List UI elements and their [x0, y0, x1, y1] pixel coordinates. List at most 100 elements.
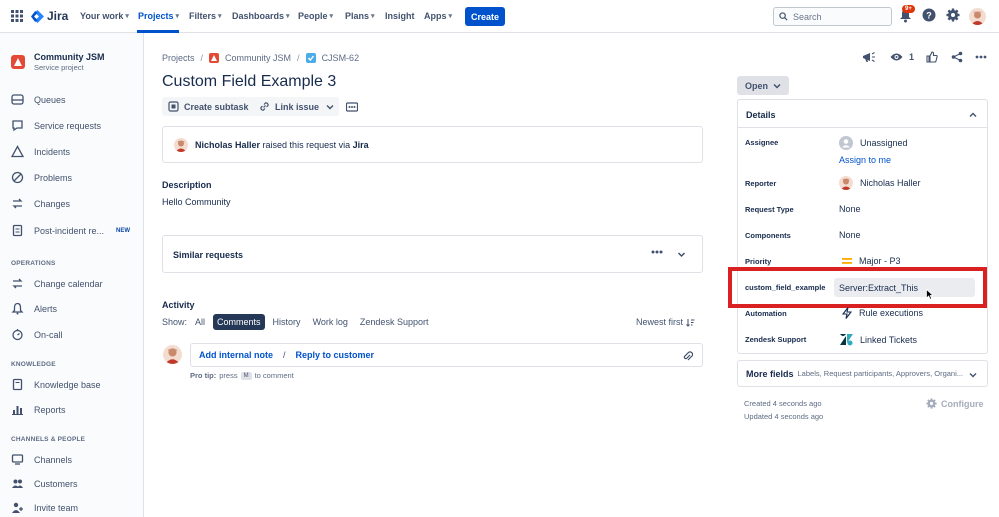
project-type: Service project	[34, 63, 84, 72]
chevron-up-icon[interactable]	[969, 111, 977, 119]
sidebar-item-label: Alerts	[34, 303, 58, 314]
add-internal-note-button[interactable]: Add internal note	[199, 350, 273, 360]
nav-your-work-label: Your work	[80, 11, 124, 21]
create-subtask-label: Create subtask	[184, 101, 249, 112]
breadcrumb-issue-key[interactable]: CJSM-62	[322, 53, 360, 63]
vote-thumbs-up-icon[interactable]	[926, 51, 938, 63]
details-heading[interactable]: Details	[746, 110, 776, 120]
mouse-cursor-icon	[926, 289, 934, 300]
chevron-down-icon[interactable]	[677, 250, 686, 259]
watch-count: 1	[909, 52, 915, 62]
more-options-icon[interactable]	[651, 250, 663, 254]
description-text[interactable]: Hello Community	[162, 197, 231, 207]
assignee-value[interactable]: Unassigned	[839, 136, 908, 150]
create-subtask-button[interactable]: Create subtask	[162, 97, 255, 116]
sidebar-item-on-call[interactable]: On-call	[11, 328, 141, 341]
nav-apps[interactable]: Apps ▾	[424, 11, 452, 21]
add-apps-button[interactable]	[343, 97, 361, 116]
similar-requests-heading: Similar requests	[173, 250, 244, 260]
search-placeholder: Search	[793, 11, 822, 22]
keyboard-shortcut-key: M	[240, 371, 252, 380]
activity-tab-history[interactable]: History	[269, 314, 305, 330]
project-logo-icon	[11, 55, 25, 69]
book-icon	[11, 378, 24, 391]
activity-tab-zendesk-support[interactable]: Zendesk Support	[356, 314, 433, 330]
sidebar-item-channels[interactable]: Channels	[11, 453, 141, 466]
nav-plans[interactable]: Plans ▾	[345, 11, 375, 21]
project-header[interactable]: Community JSM Service project	[11, 52, 105, 72]
sidebar-item-post-incident-reviews[interactable]: Post-incident re... NEW	[11, 224, 141, 237]
nav-your-work[interactable]: Your work ▾	[80, 11, 129, 21]
settings-gear-icon[interactable]	[946, 8, 960, 22]
chevron-down-icon: ▾	[218, 13, 222, 20]
breadcrumb-projects[interactable]: Projects	[162, 53, 195, 63]
breadcrumb-project[interactable]: Community JSM	[225, 53, 291, 63]
raised-by-name[interactable]: Nicholas Haller	[195, 140, 260, 150]
more-fields-panel[interactable]: More fields Labels, Request participants…	[737, 360, 988, 387]
reporter-avatar	[839, 176, 853, 190]
top-navigation: Jira Your work ▾ Projects ▾ Filters ▾ Dashb…	[0, 0, 999, 33]
nav-projects[interactable]: Projects ▾	[138, 11, 179, 21]
nav-filters-label: Filters	[189, 11, 217, 21]
link-issue-button[interactable]: Link issue	[253, 97, 326, 116]
sidebar-item-alerts[interactable]: Alerts	[11, 302, 141, 315]
sidebar-item-incidents[interactable]: Incidents	[11, 145, 141, 158]
eye-icon	[890, 52, 903, 62]
app-switcher-icon[interactable]	[11, 10, 23, 22]
request-type-value[interactable]: None	[839, 204, 861, 214]
current-user-avatar	[163, 345, 182, 364]
activity-filter: Show: All Comments History Work log Zend…	[162, 314, 432, 330]
share-icon[interactable]	[951, 51, 963, 63]
assign-to-me-link[interactable]: Assign to me	[839, 155, 891, 165]
sidebar-item-invite-team[interactable]: Invite team	[11, 501, 141, 514]
sidebar-item-problems[interactable]: Problems	[11, 171, 141, 184]
activity-tab-all[interactable]: All	[191, 314, 209, 330]
sidebar-item-change-calendar[interactable]: Change calendar	[11, 277, 141, 290]
jira-logo[interactable]: Jira	[31, 9, 68, 23]
raised-via: Jira	[352, 139, 369, 150]
priority-value[interactable]: Major - P3	[842, 256, 901, 266]
sort-order-button[interactable]: Newest first	[636, 317, 695, 327]
help-icon[interactable]: ?	[922, 8, 936, 22]
reporter-value[interactable]: Nicholas Haller	[839, 176, 921, 190]
comment-editor[interactable]: Add internal note / Reply to customer	[190, 343, 703, 367]
zendesk-support-value[interactable]: Linked Tickets	[840, 333, 917, 346]
sidebar-item-service-requests[interactable]: Service requests	[11, 119, 141, 132]
more-actions-icon[interactable]	[975, 55, 987, 59]
nav-dashboards[interactable]: Dashboards ▾	[232, 11, 290, 21]
user-avatar[interactable]	[969, 8, 986, 25]
watch-button[interactable]: 1	[890, 52, 914, 62]
queues-icon	[11, 93, 24, 106]
nav-insight[interactable]: Insight	[385, 11, 415, 21]
link-dropdown-button[interactable]	[321, 97, 339, 116]
create-button[interactable]: Create	[465, 7, 505, 26]
attachment-icon[interactable]	[682, 350, 693, 362]
reply-to-customer-button[interactable]: Reply to customer	[296, 350, 375, 360]
status-dropdown[interactable]: Open	[737, 76, 789, 95]
sidebar-item-label: Customers	[34, 478, 78, 489]
custom-field-input[interactable]: Server:Extract_This	[834, 278, 975, 297]
pro-tip-suffix: to comment	[254, 371, 294, 380]
sidebar-item-reports[interactable]: Reports	[11, 403, 141, 416]
nav-filters[interactable]: Filters ▾	[189, 11, 222, 21]
sidebar-item-changes[interactable]: Changes	[11, 197, 141, 210]
components-value[interactable]: None	[839, 230, 861, 240]
feedback-megaphone-icon[interactable]	[862, 51, 876, 64]
sidebar-item-knowledge-base[interactable]: Knowledge base	[11, 378, 141, 391]
sidebar-item-customers[interactable]: Customers	[11, 477, 141, 490]
sidebar-item-queues[interactable]: Queues	[11, 93, 141, 106]
similar-requests-panel[interactable]: Similar requests	[162, 235, 703, 273]
activity-tab-work-log[interactable]: Work log	[309, 314, 352, 330]
search-input[interactable]: Search	[773, 7, 892, 26]
comment-separator: /	[283, 350, 286, 360]
activity-tab-comments[interactable]: Comments	[213, 314, 265, 330]
configure-button[interactable]: Configure	[926, 398, 984, 409]
reporter-avatar	[174, 137, 188, 152]
chevron-down-icon: ▾	[371, 13, 375, 20]
jira-logo-text: Jira	[47, 9, 69, 23]
nav-insight-label: Insight	[385, 11, 415, 21]
chevron-down-icon: ▾	[286, 13, 290, 20]
automation-value[interactable]: Rule executions	[842, 307, 923, 319]
issue-title[interactable]: Custom Field Example 3	[162, 73, 336, 91]
nav-people[interactable]: People ▾	[298, 11, 333, 21]
